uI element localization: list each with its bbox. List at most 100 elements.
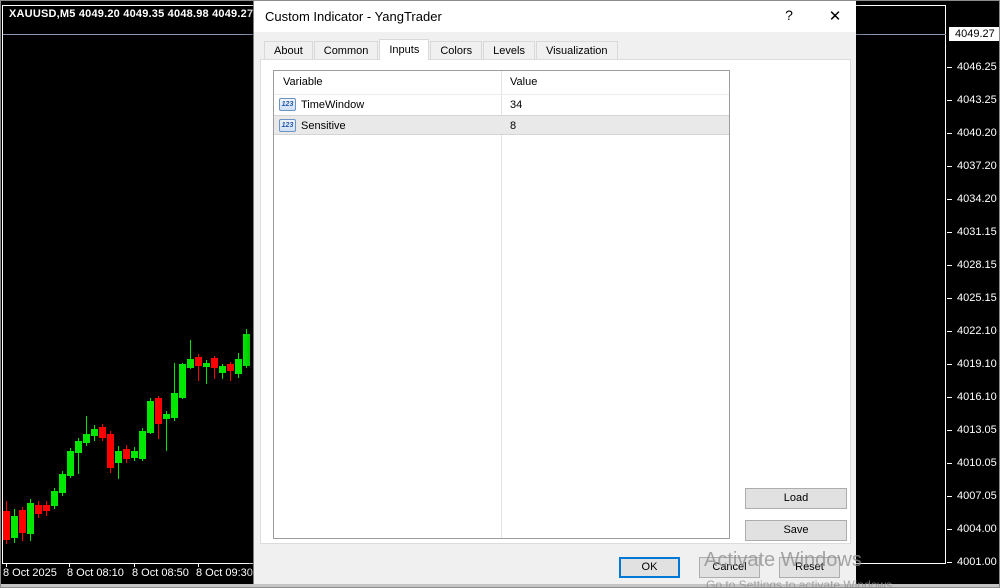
price-axis-label: 4004.00 bbox=[957, 523, 997, 535]
price-tick bbox=[947, 463, 952, 464]
price-tick bbox=[947, 496, 952, 497]
dialog-titlebar[interactable]: Custom Indicator - YangTrader ? ✕ bbox=[254, 1, 856, 32]
chart-ohlc-header: XAUUSD,M5 4049.20 4049.35 4048.98 4049.2… bbox=[9, 8, 253, 20]
candle-body bbox=[163, 414, 170, 419]
close-button[interactable]: ✕ bbox=[824, 7, 846, 25]
candle-body bbox=[227, 364, 234, 371]
table-row[interactable]: 123 TimeWindow 34 bbox=[274, 95, 729, 115]
time-axis-label: 8 Oct 08:50 bbox=[132, 567, 189, 579]
price-axis-label: 4025.15 bbox=[957, 292, 997, 304]
price-axis-label: 4016.10 bbox=[957, 391, 997, 403]
price-axis-label: 4010.05 bbox=[957, 457, 997, 469]
parameter-name: Sensitive bbox=[301, 120, 346, 132]
ok-button[interactable]: OK bbox=[619, 557, 680, 578]
inputs-tab-page: Variable Value 123 TimeWindow 34 123 Sensiti… bbox=[260, 59, 851, 544]
price-axis-label: 4013.05 bbox=[957, 424, 997, 436]
custom-indicator-dialog: Custom Indicator - YangTrader ? ✕ AboutC… bbox=[253, 1, 856, 586]
candle-body bbox=[91, 429, 98, 436]
price-axis-label: 4046.25 bbox=[957, 61, 997, 73]
candle-body bbox=[51, 491, 58, 506]
dialog-title: Custom Indicator - YangTrader bbox=[265, 9, 442, 24]
load-button[interactable]: Load bbox=[745, 488, 847, 509]
dialog-tab-bar: AboutCommonInputsColorsLevelsVisualizati… bbox=[264, 40, 619, 60]
price-axis-label: 4031.15 bbox=[957, 226, 997, 238]
mt4-window: XAUUSD,M5 4049.20 4049.35 4048.98 4049.2… bbox=[0, 0, 1000, 588]
time-axis-label: 8 Oct 2025 bbox=[3, 567, 57, 579]
candle-body bbox=[75, 441, 82, 453]
candle-body bbox=[99, 427, 106, 438]
price-tick bbox=[947, 67, 952, 68]
candle-body bbox=[243, 334, 250, 366]
candle-body bbox=[43, 505, 50, 511]
time-axis-label: 8 Oct 09:30 bbox=[196, 567, 253, 579]
candle-body bbox=[171, 393, 178, 418]
tab-colors[interactable]: Colors bbox=[430, 41, 482, 60]
price-tick bbox=[947, 265, 952, 266]
help-button[interactable]: ? bbox=[778, 7, 800, 23]
price-axis-label: 4043.25 bbox=[957, 94, 997, 106]
candle-body bbox=[19, 510, 26, 533]
candle-body bbox=[83, 434, 90, 443]
candle-body bbox=[59, 474, 66, 493]
table-rows: 123 TimeWindow 34 123 Sensitive 8 bbox=[274, 95, 729, 135]
candle-body bbox=[3, 511, 10, 540]
price-tick bbox=[947, 232, 952, 233]
price-tick bbox=[947, 562, 952, 563]
reset-button[interactable]: Reset bbox=[779, 557, 840, 578]
numeric-parameter-icon: 123 bbox=[279, 119, 296, 132]
price-axis-label: 4022.10 bbox=[957, 325, 997, 337]
price-axis-label: 4028.15 bbox=[957, 259, 997, 271]
tab-common[interactable]: Common bbox=[314, 41, 379, 60]
candle-body bbox=[155, 398, 162, 424]
candle-body bbox=[187, 359, 194, 368]
price-tick bbox=[947, 331, 952, 332]
candle-body bbox=[123, 449, 130, 459]
tab-inputs[interactable]: Inputs bbox=[379, 39, 429, 60]
window-bottom-frame bbox=[1, 584, 1000, 588]
parameters-table[interactable]: Variable Value 123 TimeWindow 34 123 Sensiti… bbox=[273, 70, 730, 539]
price-axis-label: 4037.20 bbox=[957, 160, 997, 172]
current-price-tag: 4049.27 bbox=[949, 27, 999, 41]
price-axis-label: 4034.20 bbox=[957, 193, 997, 205]
candle-body bbox=[219, 366, 226, 373]
candle-body bbox=[131, 451, 138, 458]
price-tick bbox=[947, 100, 952, 101]
candle-body bbox=[179, 364, 186, 398]
price-axis-label: 4019.10 bbox=[957, 358, 997, 370]
price-tick bbox=[947, 430, 952, 431]
candle-body bbox=[195, 357, 202, 366]
tab-levels[interactable]: Levels bbox=[483, 41, 535, 60]
cancel-button[interactable]: Cancel bbox=[699, 557, 760, 578]
candle-body bbox=[147, 401, 154, 433]
numeric-parameter-icon: 123 bbox=[279, 98, 296, 111]
tab-visualization[interactable]: Visualization bbox=[536, 41, 618, 60]
save-button[interactable]: Save bbox=[745, 520, 847, 541]
candle-body bbox=[27, 503, 34, 534]
price-tick bbox=[947, 133, 952, 134]
candle-body bbox=[203, 363, 210, 367]
column-header-value: Value bbox=[510, 76, 537, 88]
tab-about[interactable]: About bbox=[264, 41, 313, 60]
price-tick bbox=[947, 364, 952, 365]
table-header: Variable Value bbox=[274, 71, 729, 95]
price-tick bbox=[947, 529, 952, 530]
price-axis-label: 4007.05 bbox=[957, 490, 997, 502]
candle-body bbox=[107, 434, 114, 468]
parameter-value[interactable]: 8 bbox=[510, 120, 516, 132]
price-axis-label: 4001.00 bbox=[957, 556, 997, 568]
candle-body bbox=[115, 451, 122, 463]
parameter-value[interactable]: 34 bbox=[510, 99, 522, 111]
parameter-name: TimeWindow bbox=[301, 99, 364, 111]
price-tick bbox=[947, 397, 952, 398]
time-axis-label: 8 Oct 08:10 bbox=[67, 567, 124, 579]
candle-body bbox=[11, 516, 18, 538]
candle-body bbox=[235, 359, 242, 374]
candle-body bbox=[211, 358, 218, 368]
candle-body bbox=[67, 451, 74, 476]
table-row[interactable]: 123 Sensitive 8 bbox=[274, 115, 729, 135]
candle-body bbox=[139, 431, 146, 459]
candle-body bbox=[35, 505, 42, 514]
price-axis-label: 4040.20 bbox=[957, 127, 997, 139]
table-column-divider bbox=[501, 71, 502, 538]
column-header-variable: Variable bbox=[283, 76, 323, 88]
